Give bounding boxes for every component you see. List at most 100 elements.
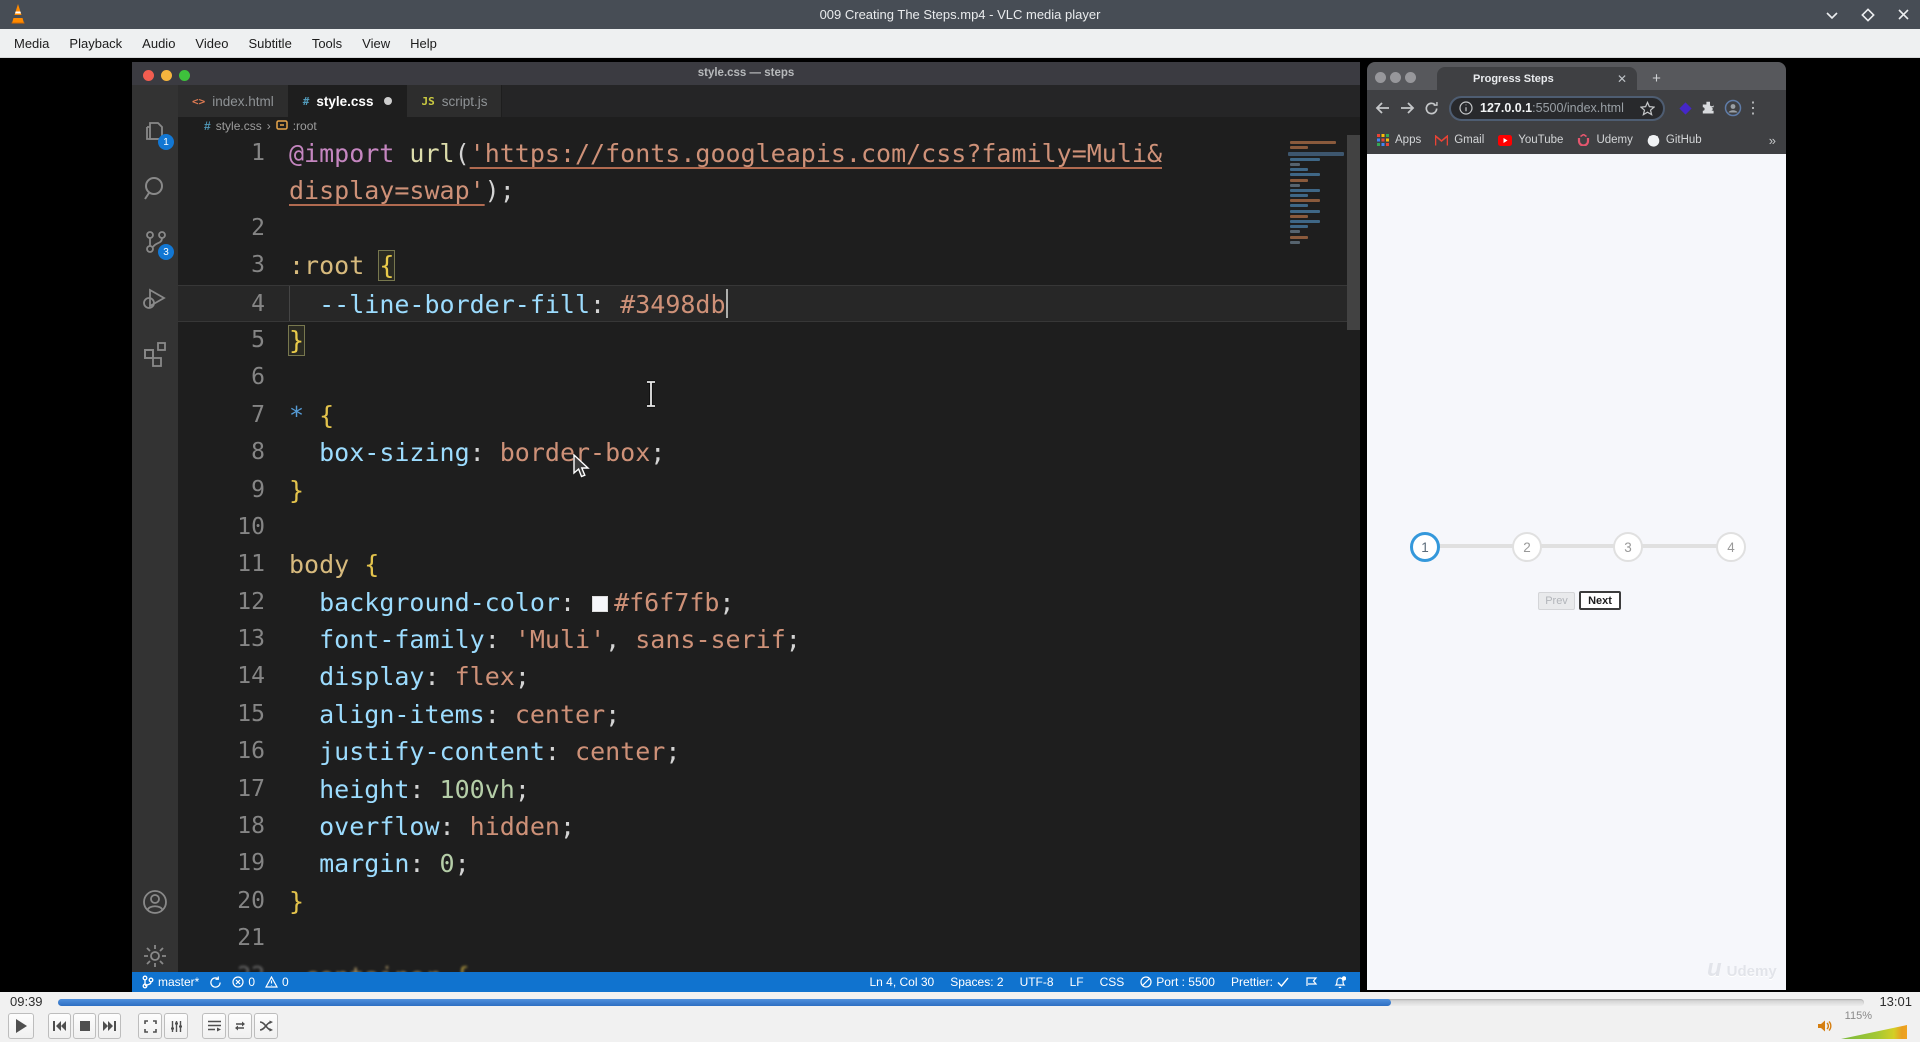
css-file-icon: #	[302, 94, 310, 108]
previous-button[interactable]	[48, 1013, 71, 1039]
prettier-item[interactable]: Prettier:	[1231, 975, 1289, 989]
bookmark-udemy[interactable]: Udemy	[1577, 134, 1633, 146]
eol[interactable]: LF	[1070, 975, 1084, 989]
tab-script-js[interactable]: JS script.js	[407, 85, 503, 117]
volume-percent: 115%	[1844, 1010, 1872, 1022]
mac-minimize-icon[interactable]	[1390, 72, 1401, 83]
tab-close-icon[interactable]: ✕	[1617, 72, 1627, 86]
bookmarks-overflow-chevron[interactable]: »	[1769, 133, 1776, 148]
shuffle-button[interactable]	[254, 1013, 278, 1039]
forward-icon[interactable]	[1395, 96, 1419, 120]
play-button[interactable]	[8, 1013, 34, 1039]
line-number: 1	[251, 140, 265, 166]
maximize-button[interactable]	[1861, 7, 1875, 22]
back-icon[interactable]	[1371, 96, 1395, 120]
equalizer-button[interactable]	[164, 1013, 188, 1039]
minimize-button[interactable]	[1825, 10, 1839, 20]
browser-tab[interactable]: Progress Steps ✕	[1437, 67, 1637, 90]
bookmark-gmail[interactable]: Gmail	[1435, 134, 1484, 146]
explorer-icon[interactable]: 1	[140, 117, 174, 150]
error-count: 0	[248, 975, 256, 989]
scm-badge: 3	[158, 244, 174, 260]
breadcrumb-file[interactable]: style.css	[216, 119, 262, 133]
volume-slider[interactable]	[1841, 1025, 1907, 1039]
seek-fill	[58, 999, 1391, 1006]
language-mode[interactable]: CSS	[1100, 975, 1125, 989]
code-editor[interactable]: 1 @import url('https://fonts.googleapis.c…	[178, 135, 1347, 972]
menu-media[interactable]: Media	[4, 29, 59, 58]
volume-speaker-icon[interactable]	[1818, 1019, 1834, 1038]
url-bar[interactable]: 127.0.0.1:5500/index.html	[1449, 95, 1665, 121]
vlc-window: 009 Creating The Steps.mp4 - VLC media p…	[0, 0, 1920, 1042]
menu-playback[interactable]: Playback	[59, 29, 132, 58]
vlc-controls: 09:39 13:01 115%	[0, 992, 1920, 1042]
bookmark-apps[interactable]: Apps	[1377, 134, 1421, 146]
line-number: 5	[251, 326, 265, 353]
sync-icon[interactable]	[209, 975, 222, 989]
vscode-statusbar: master* 0 0 Ln 4, Col 30 Spaces: 2 UTF-8…	[132, 972, 1360, 992]
account-icon[interactable]	[140, 887, 170, 917]
video-area[interactable]: style.css — steps 1 3 <> index.html # st…	[0, 58, 1920, 992]
line-number: 16	[237, 738, 265, 765]
tab-index-html[interactable]: <> index.html	[178, 85, 289, 117]
profile-avatar[interactable]	[1721, 96, 1745, 120]
search-icon[interactable]	[140, 173, 170, 203]
close-button[interactable]	[1897, 8, 1910, 21]
code-row: 10	[178, 509, 1347, 546]
line-number: 18	[237, 813, 265, 840]
source-control-icon[interactable]: 3	[140, 227, 174, 260]
extensions-puzzle-icon[interactable]	[1697, 96, 1721, 120]
code-row: 16 justify-content: center;	[178, 733, 1347, 770]
next-button[interactable]: Next	[1579, 591, 1621, 610]
next-button-vlc[interactable]	[98, 1013, 121, 1039]
code-row: 7 * {	[178, 397, 1347, 434]
browser-toolbar: 127.0.0.1:5500/index.html ⋮	[1367, 90, 1786, 126]
loop-button[interactable]	[228, 1013, 252, 1039]
encoding[interactable]: UTF-8	[1020, 975, 1054, 989]
seek-bar[interactable]	[58, 999, 1864, 1006]
playlist-button[interactable]	[202, 1013, 226, 1039]
prev-button[interactable]: Prev	[1538, 592, 1575, 610]
notifications-bell-icon[interactable]	[1334, 975, 1346, 989]
mac-zoom-icon[interactable]	[1405, 72, 1416, 83]
css-file-icon: #	[204, 119, 211, 133]
menu-subtitle[interactable]: Subtitle	[238, 29, 301, 58]
cursor-position[interactable]: Ln 4, Col 30	[869, 975, 934, 989]
extension-diamond-icon[interactable]	[1673, 96, 1697, 120]
git-branch-item[interactable]: master*	[142, 975, 199, 989]
stop-button[interactable]	[73, 1013, 96, 1039]
menu-tools[interactable]: Tools	[302, 29, 352, 58]
tab-style-css[interactable]: # style.css	[288, 85, 408, 117]
bookmark-github[interactable]: GitHub	[1647, 134, 1702, 147]
menu-help[interactable]: Help	[400, 29, 447, 58]
extensions-icon[interactable]	[140, 337, 170, 367]
menu-video[interactable]: Video	[185, 29, 238, 58]
mac-close-icon[interactable]	[1375, 72, 1386, 83]
code-row: 19 margin: 0;	[178, 845, 1347, 882]
settings-gear-icon[interactable]	[140, 941, 170, 971]
menu-audio[interactable]: Audio	[132, 29, 185, 58]
errors-item[interactable]: 0 0	[232, 975, 289, 989]
feedback-icon[interactable]	[1305, 976, 1318, 988]
kebab-menu-icon[interactable]: ⋮	[1745, 96, 1761, 120]
bookmark-youtube[interactable]: YouTube	[1498, 134, 1563, 146]
editor-scrollbar[interactable]	[1347, 135, 1360, 330]
live-server-port[interactable]: Port : 5500	[1140, 975, 1215, 989]
tab-label: style.css	[316, 93, 374, 109]
code-row: 21	[178, 920, 1347, 957]
color-swatch	[592, 595, 609, 612]
run-debug-icon[interactable]	[140, 283, 170, 313]
fullscreen-button[interactable]	[138, 1013, 162, 1039]
progress-line	[1425, 544, 1731, 548]
vscode-titlebar: style.css — steps	[132, 62, 1360, 85]
minimap[interactable]	[1288, 139, 1344, 246]
reload-icon[interactable]	[1419, 96, 1443, 120]
breadcrumb-symbol[interactable]: :root	[293, 119, 317, 133]
indentation[interactable]: Spaces: 2	[950, 975, 1003, 989]
breadcrumb[interactable]: # style.css › :root	[178, 117, 1360, 135]
new-tab-button[interactable]: +	[1647, 69, 1666, 88]
unsaved-dot-icon[interactable]	[384, 97, 393, 105]
menu-view[interactable]: View	[352, 29, 400, 58]
tab-label: index.html	[212, 93, 274, 109]
step-circle-1: 1	[1410, 532, 1440, 562]
